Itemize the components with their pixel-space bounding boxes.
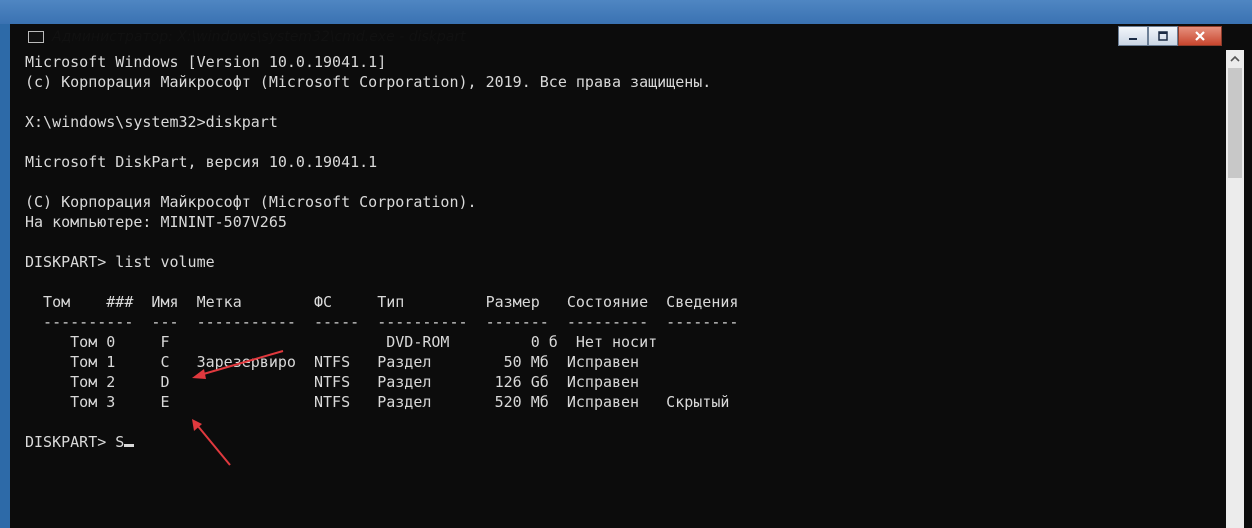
console-output[interactable]: Microsoft Windows [Version 10.0.19041.1]… [20,50,1226,528]
console-line-diskpart-copyright: (C) Корпорация Майкрософт (Microsoft Cor… [25,193,477,211]
window-title: Администратор: X:\windows\system32\cmd.e… [52,29,466,45]
scrollbar-thumb[interactable] [1228,68,1242,178]
maximize-icon [1158,31,1168,41]
volume-table-row: Том 3 E NTFS Раздел 520 Мб Исправен Скры… [25,393,730,411]
console-line-diskpart-version: Microsoft DiskPart, версия 10.0.19041.1 [25,153,378,171]
close-icon [1195,31,1205,41]
scroll-up-button[interactable] [1226,50,1244,68]
current-prompt-text: DISKPART> S [25,433,125,451]
minimize-icon [1129,38,1137,40]
vertical-scrollbar[interactable] [1226,50,1244,528]
close-button[interactable] [1178,26,1222,46]
console-line-version: Microsoft Windows [Version 10.0.19041.1] [25,53,387,71]
cmd-app-icon [28,31,44,43]
volume-table-row: Том 1 C Зарезервиро NTFS Раздел 50 Мб Ис… [25,353,640,371]
console-current-prompt[interactable]: DISKPART> S [25,432,135,452]
minimize-button[interactable] [1118,26,1148,46]
caption-buttons [1118,26,1222,46]
volume-table-row: Том 2 D NTFS Раздел 126 Gб Исправен [25,373,640,391]
maximize-button[interactable] [1148,26,1178,46]
cmd-window: Администратор: X:\windows\system32\cmd.e… [0,0,1252,528]
console-line-computer: На компьютере: MININT-507V265 [25,213,287,231]
console-line-list-volume: DISKPART> list volume [25,253,215,271]
text-cursor [124,444,135,447]
title-bar[interactable] [0,0,1252,24]
chevron-up-icon [1230,55,1240,62]
volume-table-row: Том 0 F DVD-ROM 0 б Нет носит [25,333,658,351]
volume-table-header: Том ### Имя Метка ФС Тип Размер Состояни… [25,293,739,311]
console-line-prompt-diskpart: X:\windows\system32>diskpart [25,113,278,131]
console-line-copyright: (c) Корпорация Майкрософт (Microsoft Cor… [25,73,712,91]
volume-table-separator: ---------- --- ----------- ----- -------… [25,313,739,331]
